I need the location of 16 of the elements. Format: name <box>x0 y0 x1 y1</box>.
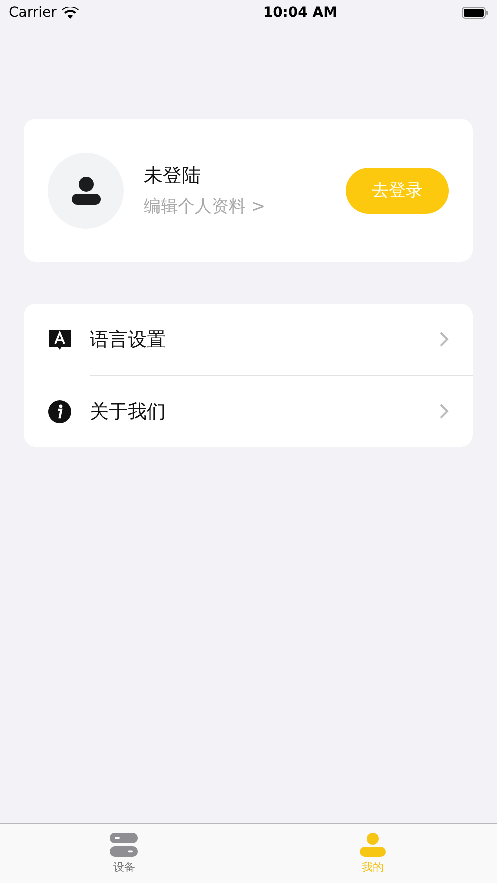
person-icon <box>360 832 386 856</box>
info-icon <box>48 400 72 424</box>
carrier-name: Carrier <box>9 5 57 21</box>
person-icon <box>72 176 100 204</box>
menu-item[interactable]: 语言设置 <box>24 304 473 375</box>
edit-profile-link[interactable]: 编辑个人资料 > <box>144 195 346 218</box>
tab-item[interactable]: 设备 <box>0 824 248 883</box>
wifi-icon <box>62 7 79 19</box>
battery-icon <box>462 7 489 19</box>
status-time: 10:04 AM <box>263 5 338 21</box>
chevron-right-icon <box>440 332 449 347</box>
server-icon <box>110 832 138 856</box>
translate-icon <box>48 328 72 352</box>
menu-item[interactable]: 关于我们 <box>24 376 473 447</box>
user-name: 未登陆 <box>144 164 202 189</box>
chevron-right-icon <box>440 404 449 419</box>
